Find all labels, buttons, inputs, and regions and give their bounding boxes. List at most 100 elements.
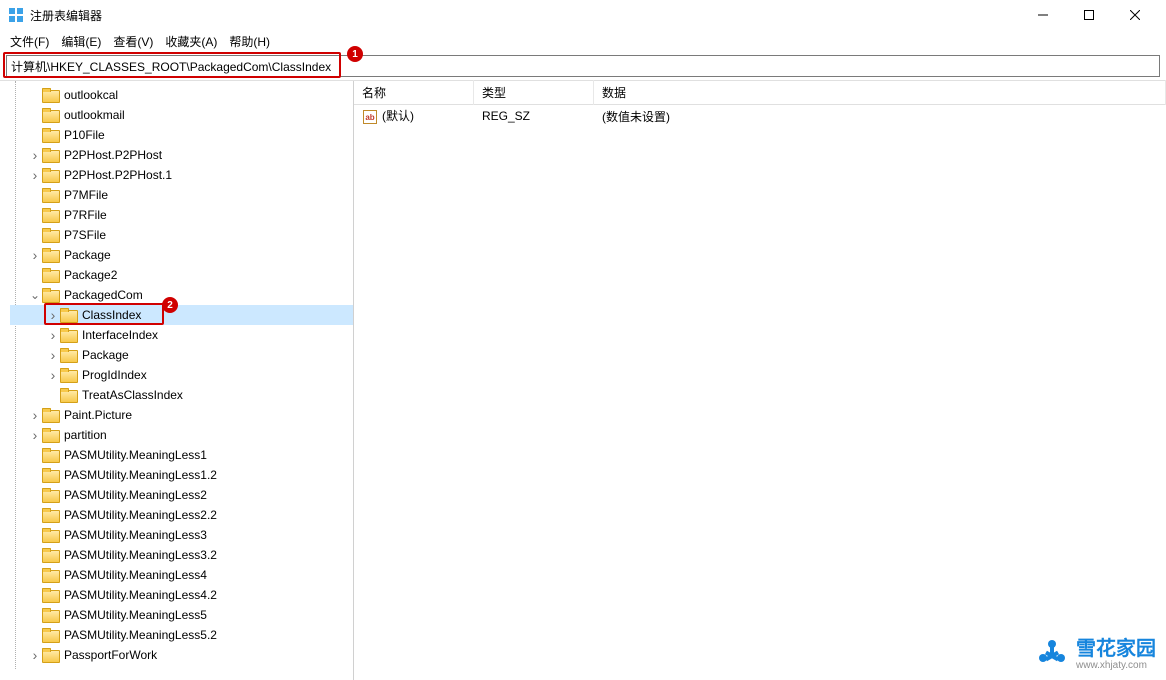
folder-icon <box>42 488 58 502</box>
folder-icon <box>42 88 58 102</box>
titlebar: 注册表编辑器 <box>0 0 1166 30</box>
chevron-right-icon[interactable] <box>46 330 60 340</box>
tree-node[interactable]: P2PHost.P2PHost.1 <box>10 165 353 185</box>
registry-tree: outlookcal outlookmail P10File P2PHost.P2PH… <box>0 81 353 669</box>
tree-node[interactable]: PASMUtility.MeaningLess3.2 <box>10 545 353 565</box>
tree-node[interactable]: PASMUtility.MeaningLess2.2 <box>10 505 353 525</box>
tree-node-label: PASMUtility.MeaningLess5 <box>62 608 209 622</box>
column-header-type[interactable]: 类型 <box>474 80 594 105</box>
tree-node[interactable]: PASMUtility.MeaningLess3 <box>10 525 353 545</box>
folder-icon <box>42 508 58 522</box>
tree-node-label: PASMUtility.MeaningLess5.2 <box>62 628 219 642</box>
tree-node-label: Package <box>62 248 113 262</box>
folder-icon <box>42 188 58 202</box>
address-input[interactable] <box>6 55 1160 77</box>
app-icon <box>8 7 24 23</box>
folder-icon <box>42 468 58 482</box>
tree-node[interactable]: PASMUtility.MeaningLess1.2 <box>10 465 353 485</box>
folder-icon <box>42 108 58 122</box>
tree-node[interactable]: P10File <box>10 125 353 145</box>
menu-edit[interactable]: 编辑(E) <box>55 31 107 52</box>
folder-icon <box>42 428 58 442</box>
tree-node-label: Paint.Picture <box>62 408 134 422</box>
tree-node[interactable]: PASMUtility.MeaningLess5.2 <box>10 625 353 645</box>
chevron-right-icon[interactable] <box>28 410 42 420</box>
folder-icon <box>42 548 58 562</box>
chevron-right-icon[interactable] <box>46 350 60 360</box>
chevron-right-icon[interactable] <box>28 650 42 660</box>
menu-view[interactable]: 查看(V) <box>107 31 159 52</box>
chevron-right-icon[interactable] <box>28 250 42 260</box>
tree-node-label: P2PHost.P2PHost <box>62 148 164 162</box>
tree-node[interactable]: partition <box>10 425 353 445</box>
tree-node-label: P7RFile <box>62 208 109 222</box>
folder-icon <box>42 148 58 162</box>
folder-icon <box>42 648 58 662</box>
menubar: 文件(F) 编辑(E) 查看(V) 收藏夹(A) 帮助(H) <box>0 30 1166 52</box>
tree-node-label: PASMUtility.MeaningLess2.2 <box>62 508 219 522</box>
value-rows: ab(默认)REG_SZ(数值未设置) <box>354 105 1166 127</box>
tree-node[interactable]: PASMUtility.MeaningLess4 <box>10 565 353 585</box>
tree-node-label: Package <box>80 348 131 362</box>
tree-node[interactable]: Paint.Picture <box>10 405 353 425</box>
value-type-cell: REG_SZ <box>474 105 594 127</box>
folder-icon <box>42 528 58 542</box>
close-button[interactable] <box>1112 0 1158 30</box>
chevron-right-icon[interactable] <box>46 310 60 320</box>
folder-icon <box>42 208 58 222</box>
tree-node[interactable]: P7RFile <box>10 205 353 225</box>
tree-node-label: PASMUtility.MeaningLess4.2 <box>62 588 219 602</box>
tree-node[interactable]: PASMUtility.MeaningLess5 <box>10 605 353 625</box>
tree-node[interactable]: TreatAsClassIndex <box>10 385 353 405</box>
value-row[interactable]: ab(默认)REG_SZ(数值未设置) <box>354 105 1166 127</box>
tree-node[interactable]: Package2 <box>10 265 353 285</box>
menu-favorites[interactable]: 收藏夹(A) <box>159 31 223 52</box>
tree-node[interactable]: PASMUtility.MeaningLess2 <box>10 485 353 505</box>
annotation-badge-2: 2 <box>162 297 178 313</box>
menu-file[interactable]: 文件(F) <box>4 31 55 52</box>
folder-icon <box>42 228 58 242</box>
tree-node[interactable]: outlookcal <box>10 85 353 105</box>
tree-node[interactable]: Package <box>10 245 353 265</box>
maximize-button[interactable] <box>1066 0 1112 30</box>
minimize-button[interactable] <box>1020 0 1066 30</box>
tree-pane[interactable]: outlookcal outlookmail P10File P2PHost.P2PH… <box>0 81 354 680</box>
tree-node[interactable]: InterfaceIndex <box>10 325 353 345</box>
tree-node[interactable]: outlookmail <box>10 105 353 125</box>
tree-node[interactable]: PASMUtility.MeaningLess1 <box>10 445 353 465</box>
folder-icon <box>42 628 58 642</box>
tree-node[interactable]: P7SFile <box>10 225 353 245</box>
folder-icon <box>42 248 58 262</box>
tree-node[interactable]: PassportForWork <box>10 645 353 665</box>
folder-icon <box>42 408 58 422</box>
tree-node-label: P2PHost.P2PHost.1 <box>62 168 174 182</box>
tree-node-label: P7MFile <box>62 188 110 202</box>
tree-node-label: PASMUtility.MeaningLess1.2 <box>62 468 219 482</box>
chevron-right-icon[interactable] <box>46 370 60 380</box>
column-header-data[interactable]: 数据 <box>594 80 1166 105</box>
tree-node-label: outlookmail <box>62 108 127 122</box>
values-pane: 名称 类型 数据 ab(默认)REG_SZ(数值未设置) <box>354 81 1166 680</box>
value-name-cell: ab(默认) <box>354 103 474 130</box>
tree-node-label: PASMUtility.MeaningLess2 <box>62 488 209 502</box>
tree-node[interactable]: Package <box>10 345 353 365</box>
folder-icon <box>42 568 58 582</box>
folder-icon <box>42 588 58 602</box>
chevron-right-icon[interactable] <box>28 430 42 440</box>
tree-node[interactable]: ClassIndex <box>10 305 353 325</box>
chevron-right-icon[interactable] <box>28 150 42 160</box>
chevron-down-icon[interactable] <box>28 290 42 300</box>
menu-help[interactable]: 帮助(H) <box>223 31 276 52</box>
folder-icon <box>60 328 76 342</box>
tree-node[interactable]: P7MFile <box>10 185 353 205</box>
watermark: 雪花家园 www.xhjaty.com <box>1034 636 1156 672</box>
chevron-right-icon[interactable] <box>28 170 42 180</box>
column-header-name[interactable]: 名称 <box>354 80 474 105</box>
tree-node-label: ProgIdIndex <box>80 368 149 382</box>
tree-node[interactable]: PASMUtility.MeaningLess4.2 <box>10 585 353 605</box>
folder-icon <box>60 368 76 382</box>
tree-node-label: ClassIndex <box>80 308 143 322</box>
tree-node[interactable]: PackagedCom <box>10 285 353 305</box>
tree-node[interactable]: P2PHost.P2PHost <box>10 145 353 165</box>
tree-node[interactable]: ProgIdIndex <box>10 365 353 385</box>
